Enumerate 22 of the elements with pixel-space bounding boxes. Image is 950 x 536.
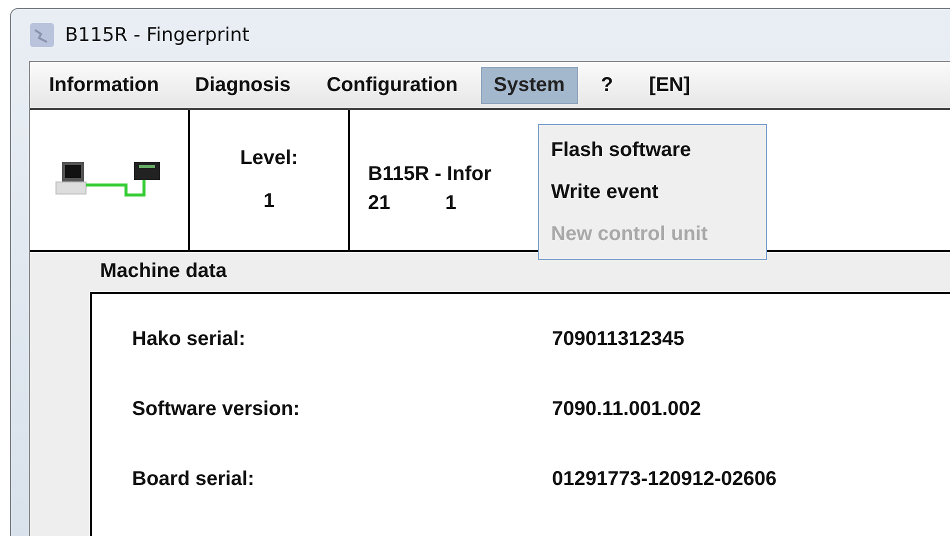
menu-option[interactable]: Write event bbox=[539, 171, 766, 213]
field-label: Board serial: bbox=[132, 468, 256, 490]
info-value: 1 bbox=[445, 192, 456, 215]
menu-item[interactable]: Configuration bbox=[314, 66, 471, 104]
field-value: 7090.11.001.002 bbox=[552, 398, 702, 420]
info-value: 21 bbox=[368, 192, 390, 215]
menu-option[interactable]: Flash software bbox=[539, 129, 766, 171]
menu-item[interactable]: ? bbox=[588, 66, 626, 104]
field-label: Hako serial: bbox=[132, 328, 246, 350]
field-label: Software version: bbox=[132, 398, 301, 420]
field-value: 01291773-120912-02606 bbox=[552, 468, 778, 490]
window-title: B115R - Fingerprint bbox=[65, 24, 250, 46]
info-title: B115R - Infor bbox=[368, 163, 492, 186]
level-value: 1 bbox=[263, 190, 275, 213]
level-label: Level: bbox=[240, 147, 298, 170]
section-title: Machine data bbox=[99, 259, 228, 284]
menu-item[interactable]: System bbox=[480, 66, 578, 104]
menu-item[interactable]: Information bbox=[36, 66, 172, 104]
field-value: 709011312345 bbox=[552, 328, 686, 350]
app-icon bbox=[29, 22, 55, 48]
menu-item[interactable]: Diagnosis bbox=[182, 66, 304, 104]
menu-item[interactable]: [EN] bbox=[636, 66, 704, 104]
